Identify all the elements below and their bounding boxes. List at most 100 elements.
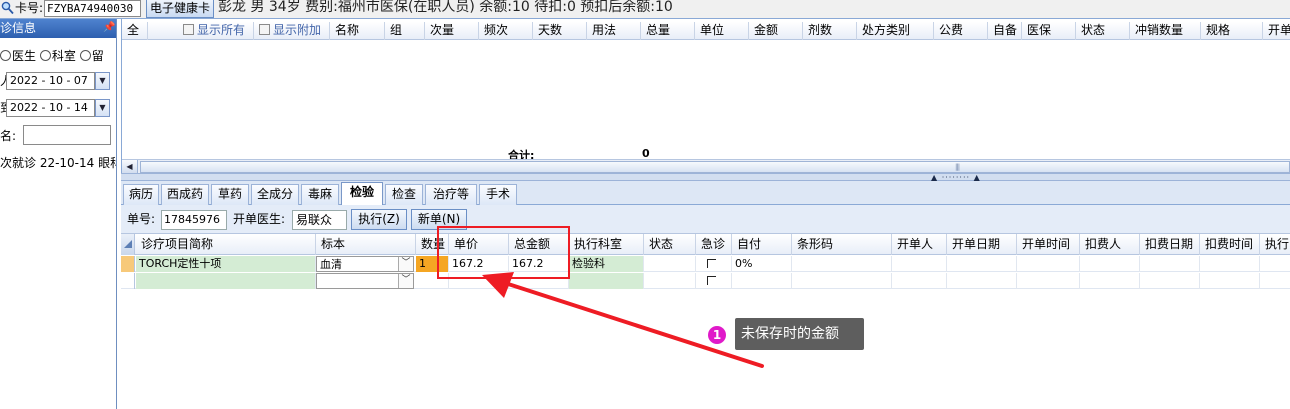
tab-treatment[interactable]: 治疗等 (425, 184, 477, 205)
checkbox[interactable] (259, 24, 270, 35)
col-header[interactable]: 诊疗项目简称 (136, 234, 316, 255)
col-header[interactable]: 次量 (425, 22, 479, 40)
exec-dept-cell[interactable] (569, 273, 644, 289)
col-header[interactable]: 医保 (1022, 22, 1076, 40)
col-header[interactable]: 冲销数量 (1130, 22, 1201, 40)
col-header[interactable]: 自备 (988, 22, 1022, 40)
col-header[interactable]: 扣费时间 (1200, 234, 1260, 255)
item-name-cell[interactable] (136, 273, 316, 289)
col-header[interactable]: 组 (385, 22, 425, 40)
item-name-cell[interactable]: TORCH定性十项 (136, 256, 316, 272)
scrollbar-thumb[interactable]: ||| (140, 161, 1290, 173)
doctor-input[interactable]: 易联众 (292, 210, 347, 230)
specimen-select[interactable]: ﹀ (316, 273, 414, 289)
col-header[interactable]: 数量 (416, 234, 449, 255)
patient-info-bar: 卡号: FZYBA74940030 电子健康卡 彭龙 男 34岁 费别:福州市医… (0, 0, 1290, 19)
table-row[interactable]: TORCH定性十项 血清 ﹀ 1 167.2 167.2 检验科 0% (121, 256, 1290, 272)
name-input[interactable] (23, 125, 111, 145)
col-header[interactable]: 处方类别 (857, 22, 934, 40)
col-header[interactable]: 条形码 (792, 234, 892, 255)
col-header[interactable]: 状态 (1076, 22, 1130, 40)
col-header[interactable]: 扣费日期 (1140, 234, 1200, 255)
tab-western-medicine[interactable]: 西成药 (161, 184, 209, 205)
radio-stay-label: 留 (91, 49, 104, 63)
card-number-input[interactable]: FZYBA74940030 (44, 0, 141, 17)
specimen-select[interactable]: 血清 ﹀ (316, 256, 414, 272)
checkbox-icon[interactable] (707, 259, 716, 268)
specimen-value: 血清 (320, 258, 342, 271)
chevron-down-icon[interactable]: ▼ (95, 72, 110, 90)
col-header[interactable]: 用法 (587, 22, 641, 40)
col-header[interactable]: 开单时间 (1017, 234, 1080, 255)
panel-splitter[interactable]: ▲ ········ ▲ (121, 173, 1290, 182)
chevron-down-icon[interactable]: ﹀ (398, 274, 413, 288)
checkbox[interactable] (183, 24, 194, 35)
execute-button[interactable]: 执行(Z) (351, 209, 407, 230)
checkbox-icon[interactable] (707, 276, 716, 285)
col-header[interactable]: 单位 (695, 22, 749, 40)
show-all-toggle[interactable]: 显示所有 (178, 22, 254, 40)
col-header[interactable]: 剂数 (803, 22, 857, 40)
col-header[interactable]: 频次 (479, 22, 533, 40)
col-header[interactable]: 急诊 (696, 234, 732, 255)
col-header[interactable]: 单价 (449, 234, 509, 255)
date-to-input[interactable]: 2022 - 10 - 14 (6, 99, 95, 117)
radio-dept[interactable] (39, 50, 51, 61)
col-header[interactable]: 自付 (732, 234, 792, 255)
table-row[interactable]: ﹀ (121, 273, 1290, 289)
quantity-cell[interactable]: 1 (416, 256, 449, 272)
tab-medical-record[interactable]: 病历 (123, 184, 159, 205)
barcode-cell (792, 256, 892, 272)
col-header[interactable]: 规格 (1201, 22, 1263, 40)
col-header[interactable]: 总量 (641, 22, 695, 40)
date-to-row: 到 2022 - 10 - 14 ▼ (0, 98, 116, 118)
col-select-all[interactable]: 全 (122, 22, 148, 40)
exec-dept-cell[interactable]: 检验科 (569, 256, 644, 272)
tab-narcotics[interactable]: 毒麻 (301, 184, 339, 205)
visit-info-title: 诊信息 (0, 19, 116, 38)
order-number-input[interactable]: 17845976 (161, 210, 227, 230)
visit-list-item[interactable]: 次就诊 22-10-14 眼科 (0, 155, 116, 171)
radio-doctor[interactable] (0, 50, 11, 61)
charge-date-cell (1140, 256, 1200, 272)
col-header[interactable]: 金额 (749, 22, 803, 40)
tab-surgery[interactable]: 手术 (479, 184, 517, 205)
tab-full-ingredient[interactable]: 全成分 (251, 184, 299, 205)
col-header[interactable]: 执行 (1260, 234, 1290, 255)
urgent-checkbox[interactable] (696, 256, 732, 272)
tab-examination[interactable]: 检查 (385, 184, 423, 205)
e-health-card-button[interactable]: 电子健康卡 (146, 0, 214, 18)
col-header[interactable]: 天数 (533, 22, 587, 40)
pin-icon[interactable]: 📌 (103, 22, 115, 34)
tab-lab-test[interactable]: 检验 (341, 182, 383, 206)
row-selector[interactable] (121, 273, 135, 289)
col-header[interactable]: 名称 (330, 22, 385, 40)
scroll-left-arrow-icon[interactable]: ◀ (122, 160, 138, 174)
col-header[interactable]: 开单日期 (947, 234, 1017, 255)
col-header[interactable]: 公费 (934, 22, 988, 40)
grip-icon: ||| (955, 163, 960, 171)
col-header[interactable]: 状态 (644, 234, 696, 255)
visit-info-panel: 诊信息 📌 医生 科室 留 人 2022 - 10 - 07 ▼ 到 2022 … (0, 19, 117, 409)
urgent-checkbox[interactable] (696, 273, 732, 289)
chevron-down-icon[interactable]: ﹀ (398, 257, 413, 271)
row-selector[interactable] (121, 256, 135, 272)
date-from-input[interactable]: 2022 - 10 - 07 (6, 72, 95, 90)
show-extra-toggle[interactable]: 显示附加 (254, 22, 330, 40)
tab-herbal[interactable]: 草药 (211, 184, 249, 205)
new-order-button[interactable]: 新单(N) (411, 209, 467, 230)
col-header[interactable]: 总金额 (509, 234, 569, 255)
chevron-down-icon[interactable]: ▼ (95, 99, 110, 117)
col-header[interactable]: 标本 (316, 234, 416, 255)
charge-date-cell (1140, 273, 1200, 289)
horizontal-scrollbar[interactable]: ◀ ||| (122, 159, 1290, 174)
quantity-cell[interactable] (416, 273, 449, 289)
radio-stay[interactable] (79, 50, 91, 61)
row-selector-corner[interactable] (121, 234, 135, 255)
col-header[interactable]: 开单人 (892, 234, 947, 255)
col-header[interactable]: 扣费人 (1080, 234, 1140, 255)
card-search-icon[interactable] (1, 1, 14, 15)
show-all-label: 显示所有 (197, 23, 246, 37)
col-header[interactable]: 执行科室 (569, 234, 644, 255)
col-header[interactable]: 开单 (1263, 22, 1290, 40)
